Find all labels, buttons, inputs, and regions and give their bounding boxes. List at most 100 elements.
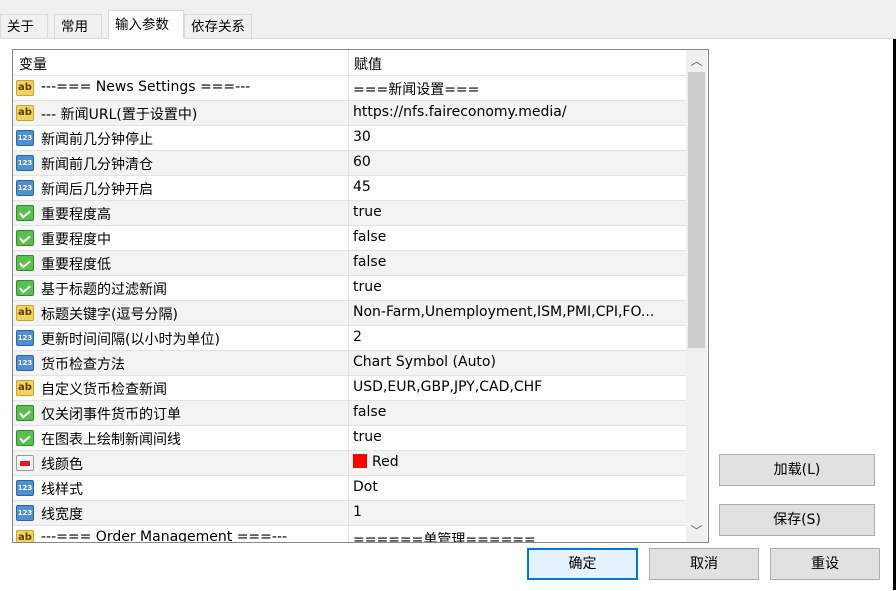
number-type-icon: 123 — [16, 155, 34, 171]
load-button[interactable]: 加载(L) — [719, 454, 875, 486]
column-divider — [348, 426, 349, 450]
grid-rows: ab ---=== News Settings ===--- ===新闻设置===… — [13, 76, 686, 543]
parameter-name: 重要程度中 — [41, 232, 111, 248]
cancel-button[interactable]: 取消 — [649, 548, 759, 580]
table-row[interactable]: ab --- 新闻URL(置于设置中) https://nfs.faireconom… — [13, 101, 686, 126]
string-type-icon: ab — [16, 80, 34, 96]
parameter-name: 新闻前几分钟停止 — [41, 132, 153, 148]
parameter-name: 基于标题的过滤新闻 — [41, 282, 167, 298]
table-row[interactable]: 123 新闻前几分钟停止 30 — [13, 126, 686, 151]
parameter-name: 仅关闭事件货币的订单 — [41, 407, 181, 423]
column-divider — [348, 376, 349, 400]
table-row[interactable]: 重要程度低 false — [13, 251, 686, 276]
header-value[interactable]: 赋值 — [354, 54, 382, 74]
column-divider — [348, 401, 349, 425]
parameter-name: ---=== Order Management ===--- — [41, 529, 288, 543]
table-row[interactable]: ab 自定义货币检查新闻 USD,EUR,GBP,JPY,CAD,CHF — [13, 376, 686, 401]
parameter-value[interactable]: ======单管理====== — [353, 529, 678, 542]
column-divider — [348, 526, 349, 542]
table-row[interactable]: 重要程度高 true — [13, 201, 686, 226]
boolean-type-icon — [16, 280, 34, 296]
column-divider — [348, 76, 349, 100]
parameter-value[interactable]: 45 — [353, 179, 678, 195]
color-name: Red — [372, 454, 399, 470]
ok-button[interactable]: 确定 — [527, 548, 638, 580]
table-row[interactable]: 123 货币检查方法 Chart Symbol (Auto) — [13, 351, 686, 376]
color-type-icon — [16, 455, 34, 471]
column-divider — [348, 176, 349, 200]
column-divider — [348, 201, 349, 225]
parameter-value[interactable]: false — [353, 254, 678, 270]
tab-bar: 关于 常用 输入参数 依存关系 — [0, 0, 896, 39]
parameter-value[interactable]: false — [353, 404, 678, 420]
parameter-value[interactable]: 30 — [353, 129, 678, 145]
header-divider[interactable] — [348, 50, 349, 75]
chevron-down-icon[interactable]: ﹀ — [686, 521, 707, 541]
parameter-value[interactable]: 60 — [353, 154, 678, 170]
tab-common[interactable]: 常用 — [54, 14, 102, 38]
column-divider — [348, 326, 349, 350]
tab-dependencies[interactable]: 依存关系 — [184, 14, 252, 38]
table-row[interactable]: 仅关闭事件货币的订单 false — [13, 401, 686, 426]
column-divider — [348, 226, 349, 250]
parameter-value[interactable]: Dot — [353, 479, 678, 495]
string-type-icon: ab — [16, 305, 34, 321]
grid-header: 变量 赋值 — [13, 50, 686, 76]
tab-about[interactable]: 关于 — [0, 14, 48, 38]
save-button[interactable]: 保存(S) — [719, 504, 875, 536]
table-row[interactable]: 基于标题的过滤新闻 true — [13, 276, 686, 301]
boolean-type-icon — [16, 430, 34, 446]
parameter-name: 在图表上绘制新闻间线 — [41, 432, 181, 448]
parameter-value[interactable]: USD,EUR,GBP,JPY,CAD,CHF — [353, 379, 678, 395]
table-row[interactable]: 在图表上绘制新闻间线 true — [13, 426, 686, 451]
column-divider — [348, 126, 349, 150]
number-type-icon: 123 — [16, 355, 34, 371]
parameter-value[interactable]: Red — [353, 454, 678, 470]
parameter-value[interactable]: true — [353, 204, 678, 220]
parameter-value[interactable]: Chart Symbol (Auto) — [353, 354, 678, 370]
parameter-name: 自定义货币检查新闻 — [41, 382, 167, 398]
reset-button[interactable]: 重设 — [770, 548, 880, 580]
parameter-name: --- 新闻URL(置于设置中) — [41, 107, 198, 123]
parameter-name: 线宽度 — [41, 507, 83, 523]
parameter-value[interactable]: true — [353, 429, 678, 445]
tab-input-parameters[interactable]: 输入参数 — [108, 10, 184, 39]
header-variable[interactable]: 变量 — [19, 54, 47, 74]
number-type-icon: 123 — [16, 130, 34, 146]
column-divider — [348, 451, 349, 475]
number-type-icon: 123 — [16, 330, 34, 346]
parameter-value[interactable]: ===新闻设置=== — [353, 79, 678, 99]
table-row[interactable]: 123 线样式 Dot — [13, 476, 686, 501]
parameter-value[interactable]: true — [353, 279, 678, 295]
parameter-name: 重要程度低 — [41, 257, 111, 273]
parameter-name: 线颜色 — [41, 457, 83, 473]
parameter-value[interactable]: false — [353, 229, 678, 245]
vertical-scrollbar[interactable]: ︿ ﹀ — [686, 50, 707, 542]
column-divider — [348, 151, 349, 175]
string-type-icon: ab — [16, 380, 34, 396]
parameter-value[interactable]: https://nfs.faireconomy.media/ — [353, 104, 678, 120]
parameter-name: 更新时间间隔(以小时为单位) — [41, 332, 220, 348]
table-row[interactable]: ab 标题关键字(逗号分隔) Non-Farm,Unemployment,ISM,P… — [13, 301, 686, 326]
table-row[interactable]: 123 更新时间间隔(以小时为单位) 2 — [13, 326, 686, 351]
table-row[interactable]: 重要程度中 false — [13, 226, 686, 251]
parameter-name: 线样式 — [41, 482, 83, 498]
table-row[interactable]: ab ---=== News Settings ===--- ===新闻设置=== — [13, 76, 686, 101]
scrollbar-thumb[interactable] — [688, 72, 705, 348]
table-row[interactable]: 123 线宽度 1 — [13, 501, 686, 526]
boolean-type-icon — [16, 230, 34, 246]
table-row[interactable]: 123 新闻前几分钟清仓 60 — [13, 151, 686, 176]
parameter-value[interactable]: 2 — [353, 329, 678, 345]
number-type-icon: 123 — [16, 505, 34, 521]
column-divider — [348, 101, 349, 125]
column-divider — [348, 301, 349, 325]
parameter-name: 标题关键字(逗号分隔) — [41, 307, 178, 323]
parameter-value[interactable]: 1 — [353, 504, 678, 520]
column-divider — [348, 501, 349, 525]
table-row[interactable]: 线颜色 Red — [13, 451, 686, 476]
table-row[interactable]: ab ---=== Order Management ===--- ======单… — [13, 526, 686, 543]
parameter-value[interactable]: Non-Farm,Unemployment,ISM,PMI,CPI,FO... — [353, 304, 678, 320]
table-row[interactable]: 123 新闻后几分钟开启 45 — [13, 176, 686, 201]
chevron-up-icon[interactable]: ︿ — [686, 51, 707, 71]
column-divider — [348, 351, 349, 375]
